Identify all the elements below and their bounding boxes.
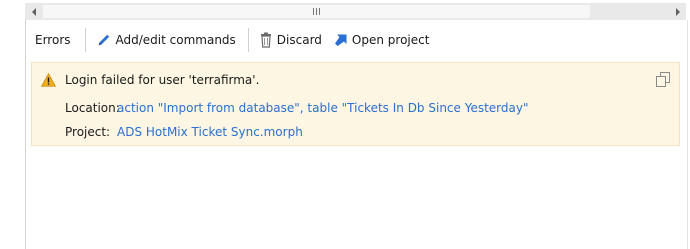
scroll-left-arrow[interactable] — [25, 3, 42, 20]
grip-icon — [313, 8, 320, 15]
open-project-label: Open project — [351, 33, 430, 47]
scrollbar-thumb[interactable] — [43, 5, 590, 18]
trash-icon — [260, 32, 271, 48]
location-label: Location: — [65, 101, 120, 115]
toolbar-divider — [84, 28, 86, 52]
horizontal-scrollbar[interactable] — [25, 3, 686, 20]
pencil-icon — [98, 34, 109, 46]
arrow-up-right-icon — [334, 34, 347, 46]
error-message-box: Login failed for user 'terrafirma'. Loca… — [31, 62, 680, 146]
add-edit-commands-button[interactable]: Add/edit commands — [94, 30, 238, 50]
discard-label: Discard — [276, 33, 322, 47]
chevron-right-icon — [675, 7, 680, 16]
panel-right-border — [687, 20, 688, 249]
discard-button[interactable]: Discard — [257, 30, 324, 50]
error-project-row: Project: ADS HotMix Ticket Sync.morph — [65, 125, 303, 139]
error-location-row: Location: action "Import from database",… — [65, 101, 529, 115]
error-panel-window: Errors Add/edit commands Discard Open pr… — [0, 0, 690, 249]
errors-toolbar: Errors Add/edit commands Discard Open pr… — [26, 24, 686, 56]
open-project-button[interactable]: Open project — [332, 31, 432, 49]
panel-title: Errors — [35, 33, 71, 47]
chevron-left-icon — [31, 7, 36, 16]
project-link[interactable]: ADS HotMix Ticket Sync.morph — [117, 125, 303, 139]
scroll-right-arrow[interactable] — [669, 3, 686, 20]
project-label: Project: — [65, 125, 111, 139]
toolbar-divider — [247, 28, 249, 52]
warning-triangle-icon — [41, 73, 56, 87]
copy-icon[interactable] — [656, 72, 670, 87]
location-link[interactable]: action "Import from database", table "Ti… — [117, 101, 529, 115]
add-edit-commands-label: Add/edit commands — [115, 33, 236, 47]
error-message: Login failed for user 'terrafirma'. — [65, 73, 260, 87]
